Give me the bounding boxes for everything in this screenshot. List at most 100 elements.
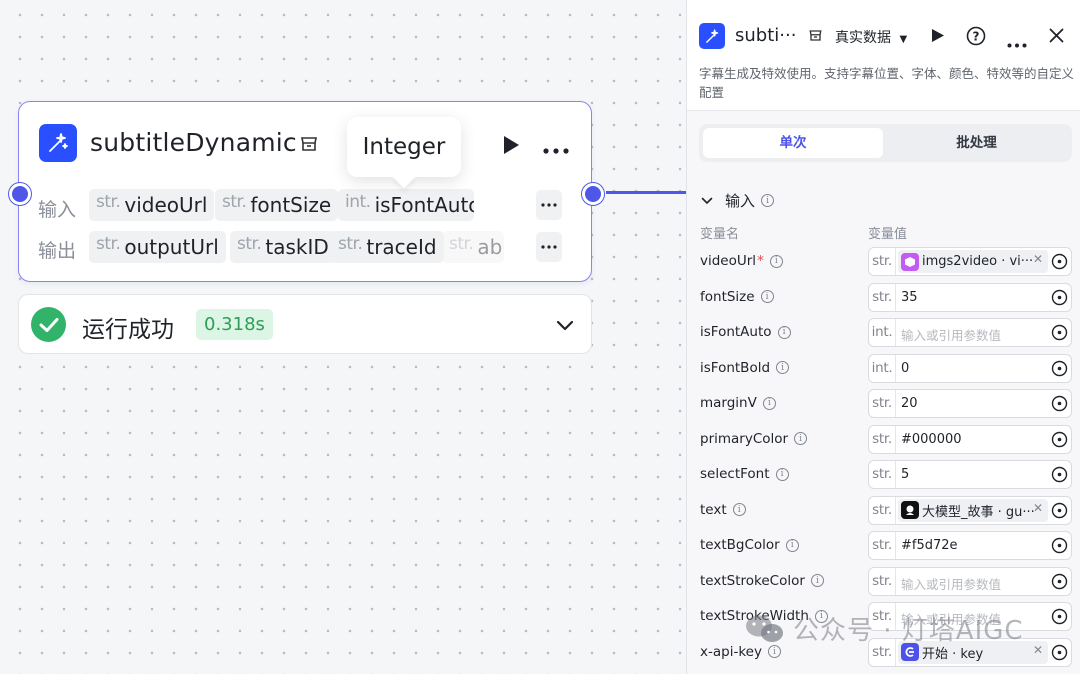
input-label: 输入 xyxy=(38,199,77,221)
tab-batch[interactable]: 批处理 xyxy=(885,128,1068,158)
param-name: textBgColor i xyxy=(700,537,799,553)
param-value-field[interactable]: str. imgs2video · vi··· ✕ xyxy=(868,247,1072,276)
column-header-name: 变量名 xyxy=(700,227,740,242)
param-value-field[interactable]: str. 5 xyxy=(868,460,1072,489)
input-param-chip: str. videoUrl xyxy=(89,189,215,221)
type-label: str. xyxy=(869,567,896,595)
input-param-chip: int. isFontAuto xyxy=(338,189,474,221)
store-icon xyxy=(299,134,319,158)
type-label: str. xyxy=(869,390,896,417)
run-icon[interactable] xyxy=(931,28,945,47)
variable-reference-tag[interactable]: imgs2video · vi··· xyxy=(898,250,1048,273)
panel-header: subti··· 真实数据 ▼ ? 字幕生成及特效使用。支持字幕位置、字体、颜色… xyxy=(687,0,1080,111)
llm-icon xyxy=(901,501,919,519)
reference-variable-icon[interactable] xyxy=(1051,431,1068,452)
chevron-down-icon[interactable] xyxy=(556,317,574,336)
reference-variable-icon[interactable] xyxy=(1051,395,1068,416)
param-value-field[interactable]: str. 大模型_故事 · gu··· ✕ xyxy=(868,495,1072,525)
output-label: 输出 xyxy=(38,240,77,262)
plugin-node[interactable]: subtitleDynamic 输入 str. videoUrl str. font… xyxy=(9,101,604,282)
output-param-chip: str. taskID xyxy=(230,231,336,263)
output-port[interactable] xyxy=(582,183,604,205)
run-icon[interactable] xyxy=(501,134,521,160)
close-icon[interactable] xyxy=(1049,28,1064,47)
remove-tag-icon[interactable]: ✕ xyxy=(1033,501,1043,515)
output-param-chip: str. outputUrl xyxy=(89,231,226,263)
magic-wand-icon xyxy=(39,124,77,162)
reference-variable-icon[interactable] xyxy=(1051,608,1068,629)
type-label: str. xyxy=(869,283,896,311)
watermark: 公众号 · 灯塔AIGC xyxy=(745,610,1024,647)
param-name: fontSize i xyxy=(700,289,774,305)
more-icon[interactable] xyxy=(1007,33,1027,52)
type-label: int. xyxy=(869,319,896,346)
param-value-field[interactable]: str. 输入或引用参数值 xyxy=(868,566,1072,596)
connection-edge xyxy=(606,191,686,194)
info-icon: i xyxy=(769,254,783,268)
svg-text:?: ? xyxy=(973,30,980,44)
info-icon: i xyxy=(775,467,789,481)
param-name: primaryColor i xyxy=(700,431,808,447)
param-name: videoUrl * i xyxy=(700,253,783,269)
store-icon xyxy=(808,28,823,47)
value-text: 35 xyxy=(901,289,918,305)
param-value-field[interactable]: int. 输入或引用参数值 xyxy=(868,318,1072,347)
value-placeholder: 输入或引用参数值 xyxy=(901,576,1002,592)
caret-down-icon: ▼ xyxy=(899,34,908,45)
param-value-field[interactable]: str. 20 xyxy=(868,389,1072,418)
reference-variable-icon[interactable] xyxy=(1051,324,1068,345)
reference-variable-icon[interactable] xyxy=(1051,502,1068,523)
plugin-description: 字幕生成及特效使用。支持字幕位置、字体、颜色、特效等的自定义配置 xyxy=(699,66,1075,100)
output-param-chip: str. traceId xyxy=(331,231,444,263)
param-name: marginV i xyxy=(700,395,776,411)
column-header-value: 变量值 xyxy=(868,227,908,242)
more-icon[interactable] xyxy=(542,140,570,159)
param-value-field[interactable]: str. #000000 xyxy=(868,424,1072,454)
value-text: #000000 xyxy=(901,431,962,447)
data-mode-select[interactable]: 真实数据 ▼ xyxy=(835,27,907,47)
tab-single[interactable]: 单次 xyxy=(703,128,883,158)
variable-reference-tag[interactable]: 大模型_故事 · gu··· xyxy=(898,498,1048,522)
value-text: 5 xyxy=(901,467,910,482)
reference-variable-icon[interactable] xyxy=(1051,360,1068,381)
type-label: str. xyxy=(869,496,896,524)
input-section-toggle[interactable]: 输入 i xyxy=(701,190,775,211)
param-value-field[interactable]: int. 0 xyxy=(868,353,1072,383)
test-run-panel: subti··· 真实数据 ▼ ? 字幕生成及特效使用。支持字幕位置、字体、颜色… xyxy=(686,0,1080,674)
run-status-bar[interactable]: 运行成功 0.318s xyxy=(18,294,592,354)
reference-variable-icon[interactable] xyxy=(1051,466,1068,487)
value-placeholder: 输入或引用参数值 xyxy=(901,328,1002,343)
success-check-icon xyxy=(31,307,66,342)
param-value-field[interactable]: str. 35 xyxy=(868,282,1072,312)
wechat-icon xyxy=(746,615,783,642)
type-tooltip: Integer xyxy=(347,117,461,177)
input-port[interactable] xyxy=(9,183,31,205)
remove-tag-icon[interactable]: ✕ xyxy=(1033,252,1043,266)
info-icon: i xyxy=(777,325,791,339)
help-icon[interactable]: ? xyxy=(966,26,986,50)
type-label: int. xyxy=(869,354,896,382)
param-name: selectFont i xyxy=(700,466,789,482)
param-name: isFontBold i xyxy=(700,360,790,376)
reference-variable-icon[interactable] xyxy=(1051,537,1068,558)
param-value-field[interactable]: str. #f5d72e xyxy=(868,531,1072,560)
type-label: str. xyxy=(869,461,896,488)
type-label: str. xyxy=(869,425,896,453)
reference-variable-icon[interactable] xyxy=(1051,644,1068,665)
outputs-more-button[interactable] xyxy=(536,232,562,262)
param-name: text i xyxy=(700,502,746,518)
chevron-down-icon xyxy=(701,197,713,204)
reference-variable-icon[interactable] xyxy=(1051,253,1068,274)
reference-variable-icon[interactable] xyxy=(1051,573,1068,594)
run-time-badge: 0.318s xyxy=(196,309,273,340)
reference-variable-icon[interactable] xyxy=(1051,289,1068,310)
data-mode-label: 真实数据 xyxy=(835,30,891,46)
workflow-canvas[interactable]: subtitleDynamic 输入 str. videoUrl str. font… xyxy=(0,0,686,674)
param-name: isFontAuto i xyxy=(700,324,791,340)
type-label: str. xyxy=(869,532,896,559)
node-title: subtitleDynamic xyxy=(90,128,297,157)
remove-tag-icon[interactable]: ✕ xyxy=(1033,643,1043,657)
inputs-more-button[interactable] xyxy=(536,190,562,220)
cube-icon xyxy=(901,252,919,271)
value-text: #f5d72e xyxy=(901,538,958,553)
